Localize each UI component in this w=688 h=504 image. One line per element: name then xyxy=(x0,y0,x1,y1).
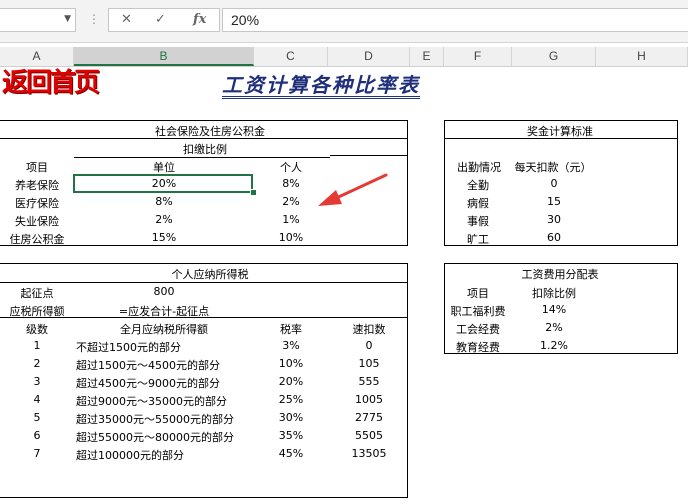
column-label-bracket: 全月应纳税所得额 xyxy=(120,323,208,336)
insurance-unit-rate[interactable]: 2% xyxy=(74,213,254,226)
tax-rate[interactable]: 35% xyxy=(254,429,328,442)
insurance-personal-rate[interactable]: 1% xyxy=(254,213,328,226)
attendance-status[interactable]: 病假 xyxy=(444,195,512,211)
bonus-heading: 奖金计算标准 xyxy=(527,125,593,138)
insurance-item[interactable]: 失业保险 xyxy=(0,213,74,229)
tax-bracket[interactable]: 超过4500元～9000元的部分 xyxy=(76,375,220,391)
daily-deduction-amount[interactable]: 0 xyxy=(512,177,596,190)
deduction-ratio-heading: 扣缴比例 xyxy=(183,143,227,156)
tax-level[interactable]: 2 xyxy=(0,357,74,370)
tax-level[interactable]: 3 xyxy=(0,375,74,388)
column-header-d[interactable]: D xyxy=(328,47,410,66)
threshold-value[interactable]: 800 xyxy=(74,285,254,298)
quick-deduction[interactable]: 5505 xyxy=(328,429,410,442)
attendance-status[interactable]: 全勤 xyxy=(444,177,512,193)
attendance-status[interactable]: 事假 xyxy=(444,213,512,229)
daily-deduction-amount[interactable]: 60 xyxy=(512,231,596,244)
insurance-item[interactable]: 医疗保险 xyxy=(0,195,74,211)
threshold-label: 起征点 xyxy=(20,287,54,300)
wage-fee-ratio[interactable]: 14% xyxy=(512,303,596,316)
wage-fee-ratio[interactable]: 1.2% xyxy=(512,339,596,352)
quick-deduction[interactable]: 0 xyxy=(328,339,410,352)
tax-rate[interactable]: 3% xyxy=(254,339,328,352)
daily-deduction-amount[interactable]: 30 xyxy=(512,213,596,226)
tax-bracket[interactable]: 超过55000元～80000元的部分 xyxy=(76,429,234,445)
tax-rate[interactable]: 25% xyxy=(254,393,328,406)
income-tax-heading: 个人应纳所得税 xyxy=(171,268,249,281)
quick-deduction[interactable]: 2775 xyxy=(328,411,410,424)
column-label-unit: 单位 xyxy=(153,161,175,174)
quick-deduction[interactable]: 13505 xyxy=(328,447,410,460)
tax-level[interactable]: 6 xyxy=(0,429,74,442)
column-label-tax-rate: 税率 xyxy=(280,323,302,336)
social-insurance-heading: 社会保险及住房公积金 xyxy=(155,125,265,138)
column-header-g[interactable]: G xyxy=(512,47,596,66)
wage-fee-item[interactable]: 工会经费 xyxy=(444,321,512,337)
attendance-status[interactable]: 旷工 xyxy=(444,231,512,247)
return-home-link[interactable]: 返回首页 xyxy=(2,62,100,99)
active-cell-selection[interactable] xyxy=(73,174,253,193)
tax-rate[interactable]: 10% xyxy=(254,357,328,370)
tax-rate[interactable]: 45% xyxy=(254,447,328,460)
column-header-f[interactable]: F xyxy=(444,47,512,66)
tax-level[interactable]: 4 xyxy=(0,393,74,406)
wage-fee-item[interactable]: 教育经费 xyxy=(444,339,512,355)
cancel-icon[interactable]: ✕ xyxy=(121,12,132,27)
column-headers: A B C D E F G H xyxy=(0,47,688,67)
chevron-down-icon[interactable]: ▼ xyxy=(64,14,71,24)
tax-level[interactable]: 7 xyxy=(0,447,74,460)
tax-bracket[interactable]: 超过1500元～4500元的部分 xyxy=(76,357,220,373)
column-label-deduction-ratio: 扣除比例 xyxy=(532,287,576,300)
name-box[interactable]: ▼ xyxy=(0,8,76,32)
column-header-b[interactable]: B xyxy=(74,47,254,66)
tax-rate[interactable]: 30% xyxy=(254,411,328,424)
column-header-c[interactable]: C xyxy=(254,47,328,66)
taxable-income-label: 应税所得额 xyxy=(9,305,65,318)
insurance-unit-rate[interactable]: 8% xyxy=(74,195,254,208)
column-label-attendance: 出勤情况 xyxy=(457,161,501,174)
wage-fee-item[interactable]: 职工福利费 xyxy=(444,303,512,319)
annotation-arrow-icon xyxy=(318,173,388,206)
formula-input[interactable]: 20% xyxy=(222,8,688,32)
wage-fee-heading: 工资费用分配表 xyxy=(521,268,599,281)
tax-bracket[interactable]: 超过35000元～55000元的部分 xyxy=(76,411,234,427)
insurance-unit-rate[interactable]: 15% xyxy=(74,231,254,244)
column-label-level: 级数 xyxy=(26,323,48,336)
more-options-icon: ⋮ xyxy=(88,12,100,26)
formula-bar: ▼ ⋮ ✕ ✓ fx 20% xyxy=(0,0,688,43)
quick-deduction[interactable]: 105 xyxy=(328,357,410,370)
wage-fee-ratio[interactable]: 2% xyxy=(512,321,596,334)
tax-rate[interactable]: 20% xyxy=(254,375,328,388)
tax-bracket[interactable]: 超过100000元的部分 xyxy=(76,447,184,463)
quick-deduction[interactable]: 1005 xyxy=(328,393,410,406)
taxable-income-formula[interactable]: =应发合计-起征点 xyxy=(74,303,254,319)
insurance-item[interactable]: 住房公积金 xyxy=(0,231,74,247)
column-header-h[interactable]: H xyxy=(596,47,688,66)
page-title: 工资计算各种比率表 xyxy=(222,73,420,99)
insurance-personal-rate[interactable]: 10% xyxy=(254,231,328,244)
column-label-item: 项目 xyxy=(26,161,48,174)
column-header-e[interactable]: E xyxy=(410,47,444,66)
tax-level[interactable]: 5 xyxy=(0,411,74,424)
column-label-wage-item: 项目 xyxy=(467,287,489,300)
tax-level[interactable]: 1 xyxy=(0,339,74,352)
insurance-item[interactable]: 养老保险 xyxy=(0,177,74,193)
daily-deduction-amount[interactable]: 15 xyxy=(512,195,596,208)
tax-bracket[interactable]: 不超过1500元的部分 xyxy=(76,339,181,355)
enter-icon[interactable]: ✓ xyxy=(155,12,166,27)
insert-function-icon[interactable]: fx xyxy=(193,12,206,27)
formula-controls: ✕ ✓ fx xyxy=(108,8,220,32)
column-label-quick-deduction: 速扣数 xyxy=(352,323,386,336)
quick-deduction[interactable]: 555 xyxy=(328,375,410,388)
fill-handle[interactable] xyxy=(250,189,257,196)
tax-bracket[interactable]: 超过9000元～35000元的部分 xyxy=(76,393,227,409)
column-label-daily-deduction: 每天扣款（元） xyxy=(514,161,592,174)
